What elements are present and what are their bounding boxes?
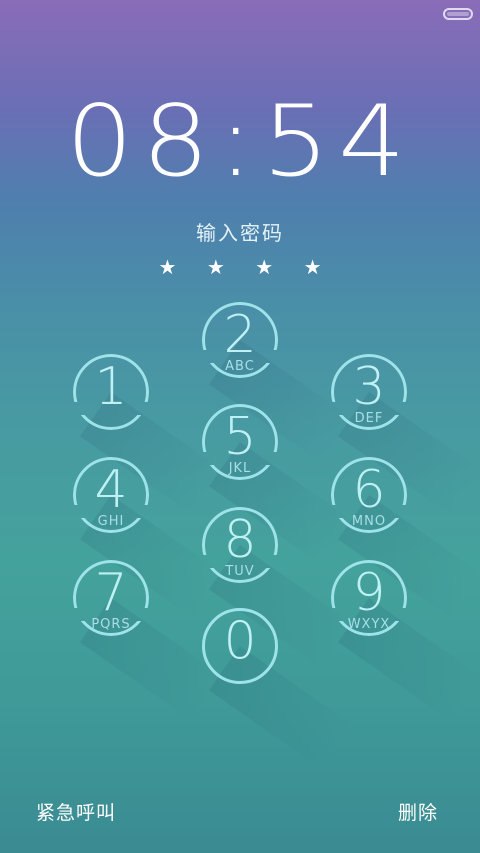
key-letters: PQRS bbox=[91, 617, 131, 632]
password-dots: ★ ★ ★ ★ bbox=[0, 255, 480, 279]
key-digit: 7 bbox=[94, 563, 128, 623]
key-letters: DEF bbox=[354, 411, 384, 426]
password-dot: ★ bbox=[303, 255, 322, 279]
password-prompt: 输入密码 bbox=[196, 221, 284, 245]
key-3[interactable]: 3 DEF bbox=[331, 354, 480, 517]
key-digit: 3 bbox=[352, 357, 386, 417]
key-5[interactable]: 5 JKL bbox=[202, 404, 355, 567]
key-2[interactable]: 2 ABC bbox=[202, 302, 355, 465]
key-letters: JKL bbox=[228, 461, 252, 476]
key-digit: 1 bbox=[94, 357, 128, 417]
key-letters: MNO bbox=[351, 514, 387, 529]
key-0[interactable]: 0 bbox=[202, 608, 355, 771]
key-digit: 0 bbox=[223, 611, 257, 671]
password-dot: ★ bbox=[158, 255, 177, 279]
key-digit: 8 bbox=[223, 510, 257, 570]
key-digit: 5 bbox=[223, 407, 257, 467]
key-letters: GHI bbox=[97, 514, 125, 529]
delete-button[interactable]: 删除 bbox=[398, 798, 438, 825]
key-letters: TUV bbox=[225, 564, 255, 579]
key-digit: 6 bbox=[352, 460, 386, 520]
password-dot: ★ bbox=[255, 255, 274, 279]
key-digit: 4 bbox=[94, 460, 128, 520]
key-letters: ABC bbox=[225, 359, 255, 374]
emergency-call-button[interactable]: 紧急呼叫 bbox=[36, 798, 116, 825]
lock-clock: 08:54 bbox=[65, 85, 415, 199]
key-letters: WXYX bbox=[347, 617, 391, 632]
key-8[interactable]: 8 TUV bbox=[202, 507, 355, 670]
key-digit: 2 bbox=[223, 305, 257, 365]
key-6[interactable]: 6 MNO bbox=[331, 457, 480, 620]
battery-icon bbox=[443, 8, 473, 20]
key-9[interactable]: 9 WXYX bbox=[331, 560, 480, 723]
key-4[interactable]: 4 GHI bbox=[73, 457, 226, 620]
key-1[interactable]: 1 bbox=[73, 354, 226, 517]
key-7[interactable]: 7 PQRS bbox=[73, 560, 226, 723]
password-dot: ★ bbox=[206, 255, 225, 279]
key-digit: 9 bbox=[352, 563, 386, 623]
